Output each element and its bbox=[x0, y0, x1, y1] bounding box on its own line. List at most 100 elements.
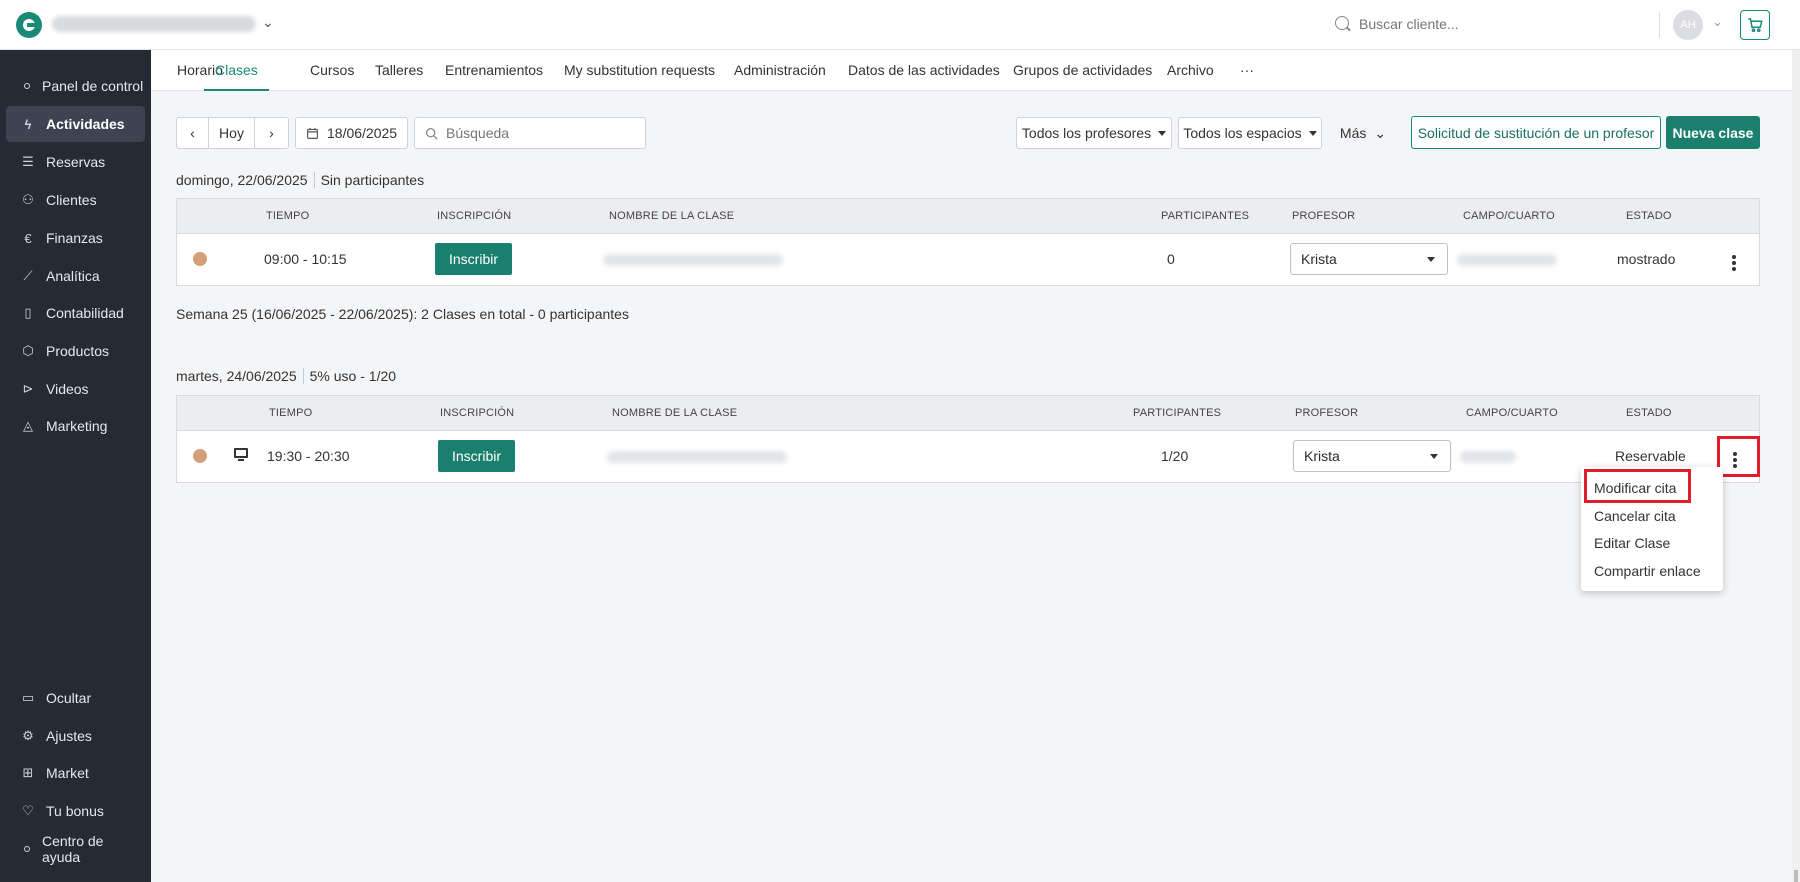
divider bbox=[302, 368, 304, 384]
tab-talleres[interactable]: Talleres bbox=[375, 50, 423, 91]
sidebar-item-bonus[interactable]: ♡ Tu bonus bbox=[6, 793, 145, 829]
day-info: Sin participantes bbox=[320, 172, 425, 188]
customer-search[interactable] bbox=[1335, 13, 1635, 37]
company-name-redacted[interactable] bbox=[52, 16, 256, 32]
col-room: CAMPO/CUARTO bbox=[1463, 210, 1555, 222]
chevron-down-icon[interactable]: ⌄ bbox=[1712, 14, 1723, 30]
tab-archivo[interactable]: Archivo bbox=[1167, 50, 1214, 91]
day-date: domingo, 22/06/2025 bbox=[176, 172, 308, 188]
date-picker[interactable]: 18/06/2025 bbox=[295, 117, 408, 149]
dot-icon bbox=[24, 83, 30, 89]
menu-item-editar-clase[interactable]: Editar Clase bbox=[1594, 535, 1670, 551]
participants-count: 1/20 bbox=[1161, 448, 1189, 464]
tab-substitution-requests[interactable]: My substitution requests bbox=[564, 50, 715, 91]
class-name-redacted bbox=[607, 451, 787, 463]
tab-administracion[interactable]: Administración bbox=[734, 50, 826, 91]
teachers-filter[interactable]: Todos los profesores bbox=[1016, 117, 1172, 149]
menu-item-cancelar-cita[interactable]: Cancelar cita bbox=[1594, 508, 1676, 524]
options-highlight bbox=[1717, 436, 1760, 477]
chart-line-icon: ⟋ bbox=[23, 268, 33, 283]
teacher-select[interactable]: Krista bbox=[1293, 440, 1451, 472]
teacher-value: Krista bbox=[1304, 448, 1340, 464]
classes-table: TIEMPO INSCRIPCIÓN NOMBRE DE LA CLASE PA… bbox=[176, 198, 1760, 286]
tab-entrenamientos[interactable]: Entrenamientos bbox=[445, 50, 543, 91]
teacher-value: Krista bbox=[1301, 251, 1337, 267]
more-filters-button[interactable]: Más ⌄ bbox=[1330, 117, 1396, 149]
sidebar-item-clientes[interactable]: ⚇ Clientes bbox=[6, 182, 145, 218]
monitor-icon bbox=[234, 448, 248, 461]
menu-item-compartir-enlace[interactable]: Compartir enlace bbox=[1594, 563, 1701, 579]
status-value: mostrado bbox=[1617, 251, 1676, 267]
class-name-redacted bbox=[603, 254, 783, 266]
col-class-name: NOMBRE DE LA CLASE bbox=[609, 210, 735, 222]
avatar[interactable]: AH bbox=[1673, 10, 1703, 40]
sidebar-item-videos[interactable]: ⊳ Videos bbox=[6, 371, 145, 407]
next-button[interactable]: › bbox=[254, 117, 289, 149]
search-icon bbox=[1335, 16, 1349, 30]
heart-icon: ♡ bbox=[22, 803, 34, 818]
week-summary-text: (16/06/2025 - 22/06/2025): 2 Clases en t… bbox=[251, 306, 629, 322]
customer-search-input[interactable] bbox=[1359, 13, 1619, 35]
status-value: Reservable bbox=[1615, 448, 1686, 464]
caret-down-icon bbox=[1158, 130, 1167, 136]
tab-datos-actividades[interactable]: Datos de las actividades bbox=[848, 50, 1000, 91]
tab-cursos[interactable]: Cursos bbox=[310, 50, 354, 91]
class-time: 19:30 - 20:30 bbox=[267, 448, 350, 464]
sidebar-item-panel[interactable]: Panel de control bbox=[6, 68, 145, 104]
sidebar-item-finanzas[interactable]: € Finanzas bbox=[6, 220, 145, 256]
col-room: CAMPO/CUARTO bbox=[1466, 407, 1558, 419]
more-filters-label: Más bbox=[1339, 125, 1367, 141]
teacher-select[interactable]: Krista bbox=[1290, 243, 1448, 275]
enroll-button[interactable]: Inscribir bbox=[438, 440, 516, 472]
sidebar-item-label: Ocultar bbox=[46, 690, 92, 706]
caret-down-icon bbox=[1308, 130, 1317, 136]
prev-button[interactable]: ‹ bbox=[176, 117, 209, 149]
row-options-icon[interactable] bbox=[1732, 255, 1736, 271]
sidebar-item-reservas[interactable]: ☰ Reservas bbox=[6, 144, 145, 180]
tab-clases[interactable]: Clases bbox=[204, 50, 269, 91]
col-teacher: PROFESOR bbox=[1295, 407, 1359, 419]
col-time: TIEMPO bbox=[266, 210, 310, 222]
sidebar-item-ajustes[interactable]: ⚙ Ajustes bbox=[6, 718, 145, 754]
scrollbar[interactable] bbox=[1792, 50, 1800, 882]
sidebar-item-label: Actividades bbox=[46, 116, 125, 132]
col-class-name: NOMBRE DE LA CLASE bbox=[612, 407, 738, 419]
substitution-request-button[interactable]: Solicitud de sustitución de un profesor bbox=[1411, 116, 1661, 149]
sidebar-item-marketing[interactable]: ◬ Marketing bbox=[6, 408, 145, 444]
col-enrollment: INSCRIPCIÓN bbox=[440, 407, 515, 419]
sidebar-item-productos[interactable]: ⬡ Productos bbox=[6, 333, 145, 369]
today-button[interactable]: Hoy bbox=[208, 117, 255, 149]
plus-square-icon: ⊞ bbox=[22, 765, 34, 780]
list-icon: ☰ bbox=[22, 154, 34, 169]
sidebar-item-ayuda[interactable]: Centro de ayuda bbox=[6, 831, 145, 867]
sidebar-item-analitica[interactable]: ⟋ Analítica bbox=[6, 258, 145, 294]
sidebar-item-contabilidad[interactable]: ▯ Contabilidad bbox=[6, 295, 145, 331]
menu-item-highlight bbox=[1584, 469, 1691, 503]
divider bbox=[1659, 12, 1660, 38]
sidebar-item-label: Centro de ayuda bbox=[41, 833, 104, 865]
chevron-down-icon: ⌄ bbox=[1374, 124, 1387, 141]
sidebar-item-ocultar[interactable]: ▭ Ocultar bbox=[6, 680, 145, 716]
chevron-down-icon[interactable]: ⌄ bbox=[262, 14, 274, 31]
cart-button[interactable] bbox=[1740, 10, 1770, 40]
class-search-input[interactable] bbox=[446, 125, 636, 141]
sidebar-item-actividades[interactable]: ϟ Actividades bbox=[6, 106, 145, 142]
status-dot bbox=[193, 449, 207, 463]
sidebar: Panel de control ϟ Actividades ☰ Reservas … bbox=[0, 50, 151, 882]
col-enrollment: INSCRIPCIÓN bbox=[437, 210, 512, 222]
sidebar-item-label: Analítica bbox=[46, 268, 100, 284]
col-time: TIEMPO bbox=[269, 407, 313, 419]
class-search[interactable] bbox=[414, 117, 646, 149]
tab-grupos-actividades[interactable]: Grupos de actividades bbox=[1013, 50, 1152, 91]
spaces-filter[interactable]: Todos los espacios bbox=[1178, 117, 1322, 149]
classes-table: TIEMPO INSCRIPCIÓN NOMBRE DE LA CLASE PA… bbox=[176, 395, 1760, 483]
bolt-icon: ϟ bbox=[24, 116, 32, 132]
col-participants: PARTICIPANTES bbox=[1133, 407, 1222, 419]
sidebar-item-market[interactable]: ⊞ Market bbox=[6, 755, 145, 791]
week-label: Semana 25 bbox=[176, 306, 248, 322]
more-tabs-icon[interactable]: ··· bbox=[1240, 50, 1254, 91]
new-class-button[interactable]: Nueva clase bbox=[1666, 116, 1760, 149]
enroll-button[interactable]: Inscribir bbox=[435, 243, 513, 275]
sidebar-item-label: Tu bonus bbox=[46, 803, 104, 819]
app-logo[interactable] bbox=[16, 12, 42, 38]
